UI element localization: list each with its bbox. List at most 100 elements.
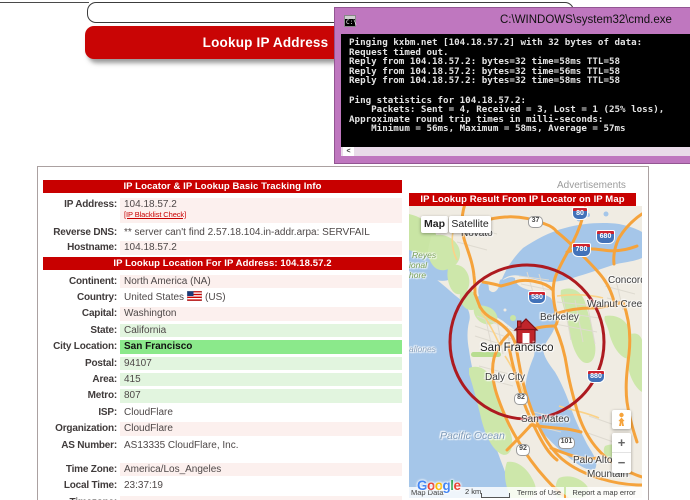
highway-shield: 780 [572, 243, 591, 257]
location-header: IP Lookup Location For IP Address: 104.1… [43, 257, 402, 270]
row-value: North America (NA) [120, 275, 402, 289]
row-value: Washington [120, 307, 402, 321]
pegman-icon [612, 410, 631, 429]
row-value: 94107 [120, 357, 402, 371]
zoom-out-button[interactable]: − [612, 453, 631, 473]
row-value: 807 [120, 389, 402, 403]
scroll-left-arrow-icon[interactable]: < [343, 147, 354, 156]
satellite-view-button[interactable]: Satellite [449, 216, 491, 233]
row-value [120, 496, 402, 500]
map-city-label: Palo Alto [573, 455, 612, 466]
map-city-label: Concord [608, 275, 642, 286]
table-row: Organization: CloudFlare [43, 421, 402, 437]
ip-blacklist-check-link[interactable]: [IP Blacklist Check] [124, 210, 186, 219]
google-logo-letter: o [427, 478, 435, 493]
terms-of-use-link[interactable]: Terms of Use [514, 487, 564, 498]
map-zoom-control[interactable]: + − [612, 433, 631, 473]
row-label: ISP: [43, 407, 117, 418]
pegman-streetview-control[interactable] [612, 410, 631, 429]
row-label: Hostname: [43, 242, 117, 253]
table-row: IP Address: 104.18.57.2 [IP Blacklist Ch… [43, 197, 402, 225]
table-row: State: California [43, 323, 402, 339]
row-label: Organization: [43, 423, 117, 434]
table-row: City Location: San Francisco [43, 339, 402, 355]
highway-shield: 80 [572, 207, 588, 220]
highway-shield: 580 [528, 291, 546, 304]
cmd-window-title: C:\WINDOWS\system32\cmd.exe [500, 14, 672, 26]
map-water-label: Pacific Ocean [440, 430, 505, 442]
table-row: Time Zone: America/Los_Angeles [43, 462, 402, 478]
row-label: AS Number: [43, 440, 117, 451]
row-label: Time Zone: [43, 464, 117, 475]
map-park-label: ional [409, 260, 427, 270]
row-value: 23:37:19 [120, 479, 402, 493]
map-view-button[interactable]: Map [421, 216, 448, 233]
table-row: Timezone: [43, 495, 402, 500]
row-label: City Location: [43, 341, 117, 352]
google-logo-letter: e [454, 478, 461, 493]
map-water-label: allones [409, 344, 436, 354]
ip-location-map[interactable]: Novato Concord Berkeley Walnut Cree San … [409, 206, 642, 498]
us-flag-icon [187, 291, 202, 305]
table-row: Country: United States (US) [43, 290, 402, 306]
row-label: Country: [43, 292, 117, 303]
cmd-icon-text: C:\ [346, 19, 357, 26]
map-result-header: IP Lookup Result From IP Locator on IP M… [409, 193, 636, 206]
terminal-line: Minimum = 56ms, Maximum = 58ms, Average … [349, 123, 626, 134]
country-name: United States [124, 292, 184, 303]
map-city-label: Berkeley [540, 312, 579, 323]
row-value: CloudFlare [120, 422, 402, 436]
row-value: 104.18.57.2 [120, 241, 402, 255]
row-label: State: [43, 325, 117, 336]
map-scale-label: 2 km [465, 487, 481, 496]
map-scale-bar [481, 493, 510, 498]
table-row: ISP: CloudFlare [43, 405, 402, 421]
row-value: ** server can't find 2.57.18.104.in-addr… [120, 226, 402, 240]
map-city-label: Daly City [485, 372, 525, 383]
map-park-label: Reyes [412, 250, 436, 260]
highway-shield: 92 [516, 444, 530, 456]
table-row: Area: 415 [43, 372, 402, 388]
table-row: Continent: North America (NA) [43, 274, 402, 290]
top-divider [0, 2, 89, 3]
zoom-in-button[interactable]: + [612, 433, 631, 453]
table-row: AS Number: AS13335 CloudFlare, Inc. [43, 438, 402, 454]
row-value: United States (US) [120, 291, 402, 305]
cmd-icon: C:\ [344, 15, 356, 27]
map-city-label: Walnut Cree [587, 299, 642, 310]
results-panel: Advertisements IP Locator & IP Lookup Ba… [37, 166, 649, 500]
advertisements-label: Advertisements [557, 180, 627, 191]
table-row: Local Time: 23:37:19 [43, 478, 402, 494]
map-city-label: San Francisco [480, 342, 554, 354]
highway-shield: 82 [514, 393, 528, 405]
highway-shield: 101 [558, 437, 575, 449]
cmd-terminal-output: Pinging kxbm.net [104.18.57.2] with 32 b… [341, 34, 690, 147]
row-value: CloudFlare [120, 406, 402, 420]
row-value: America/Los_Angeles [120, 463, 402, 477]
row-label: Local Time: [43, 480, 117, 491]
table-row: Hostname: 104.18.57.2 [43, 240, 402, 256]
country-code: (US) [205, 292, 226, 303]
row-value: California [120, 324, 402, 338]
row-label: Postal: [43, 358, 117, 369]
row-label: Reverse DNS: [43, 227, 117, 238]
row-value: 415 [120, 373, 402, 387]
row-value: AS13335 CloudFlare, Inc. [120, 439, 402, 453]
table-row: Postal: 94107 [43, 356, 402, 372]
google-logo: Google [417, 478, 461, 493]
row-label: IP Address: [43, 199, 117, 210]
table-row: Metro: 807 [43, 388, 402, 404]
highway-shield: 37 [528, 216, 543, 228]
cmd-horizontal-scrollbar[interactable]: < [341, 147, 690, 156]
basic-tracking-header: IP Locator & IP Lookup Basic Tracking In… [43, 180, 402, 193]
table-row: Capital: Washington [43, 306, 402, 322]
table-row: Reverse DNS: ** server can't find 2.57.1… [43, 225, 402, 241]
cmd-window: C:\ C:\WINDOWS\system32\cmd.exe Pinging … [335, 8, 690, 163]
page: Lookup IP Address C:\ C:\WINDOWS\system3… [0, 0, 690, 500]
row-label: Capital: [43, 308, 117, 319]
google-logo-letter: o [435, 478, 443, 493]
row-value: San Francisco [120, 340, 402, 354]
report-map-error-link[interactable]: Report a map error [566, 487, 642, 498]
terminal-line: Reply from 104.18.57.2: bytes=32 time=58… [349, 75, 620, 86]
row-label: Continent: [43, 276, 117, 287]
